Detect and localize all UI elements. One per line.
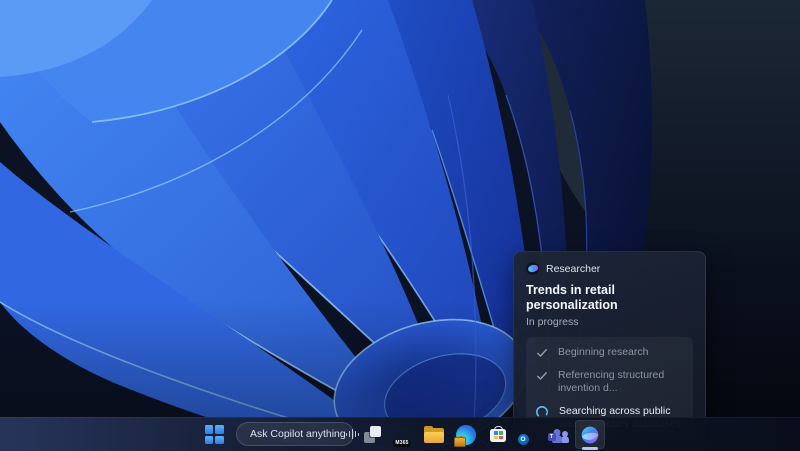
edge-browser-icon <box>456 425 476 445</box>
taskbar-app-m365-copilot[interactable]: M365 <box>388 420 416 449</box>
search-placeholder-text: Ask Copilot anything <box>250 428 346 440</box>
researcher-card-header: Researcher <box>526 262 693 275</box>
m365-badge: M365 <box>393 440 410 447</box>
work-briefcase-badge-icon <box>454 437 466 447</box>
taskbar-app-edge[interactable] <box>452 420 480 449</box>
research-step-completed: Referencing structured invention d... <box>535 369 684 395</box>
researcher-agent-icon <box>526 262 539 275</box>
taskbar-app-teams[interactable]: T <box>544 420 572 449</box>
taskbar-app-outlook[interactable]: O <box>515 420 543 449</box>
research-task-title: Trends in retail personalization <box>526 283 693 313</box>
taskbar-app-file-explorer[interactable] <box>420 420 448 449</box>
teams-people-icon: T <box>548 426 569 443</box>
folder-icon <box>424 426 444 443</box>
copilot-search-box[interactable]: Ask Copilot anything <box>236 422 354 446</box>
copilot-sphere-icon <box>580 425 600 445</box>
taskbar: Ask Copilot anything M365 <box>0 417 800 451</box>
outlook-o-badge: O <box>518 434 529 445</box>
desktop-screen: Researcher Trends in retail personalizat… <box>0 0 800 451</box>
research-step-label: Beginning research <box>558 346 648 359</box>
m365-copilot-icon: M365 <box>392 424 413 445</box>
research-step-completed: Beginning research <box>535 346 684 359</box>
teams-t-badge: T <box>548 433 556 441</box>
checkmark-icon <box>535 346 548 359</box>
taskbar-app-microsoft-store[interactable] <box>484 420 512 449</box>
researcher-app-name: Researcher <box>546 263 600 275</box>
store-bag-icon <box>489 426 507 444</box>
taskbar-app-copilot-active[interactable] <box>575 420 605 449</box>
outlook-icon: O <box>520 427 539 443</box>
task-view-icon <box>364 426 381 443</box>
research-step-label: Referencing structured invention d... <box>558 369 684 395</box>
active-app-underline-indicator <box>582 447 598 450</box>
windows-logo-icon <box>205 425 224 444</box>
checkmark-icon <box>535 369 548 382</box>
task-view-button[interactable] <box>358 420 386 449</box>
research-status-text: In progress <box>526 316 693 328</box>
start-button[interactable] <box>200 420 228 449</box>
